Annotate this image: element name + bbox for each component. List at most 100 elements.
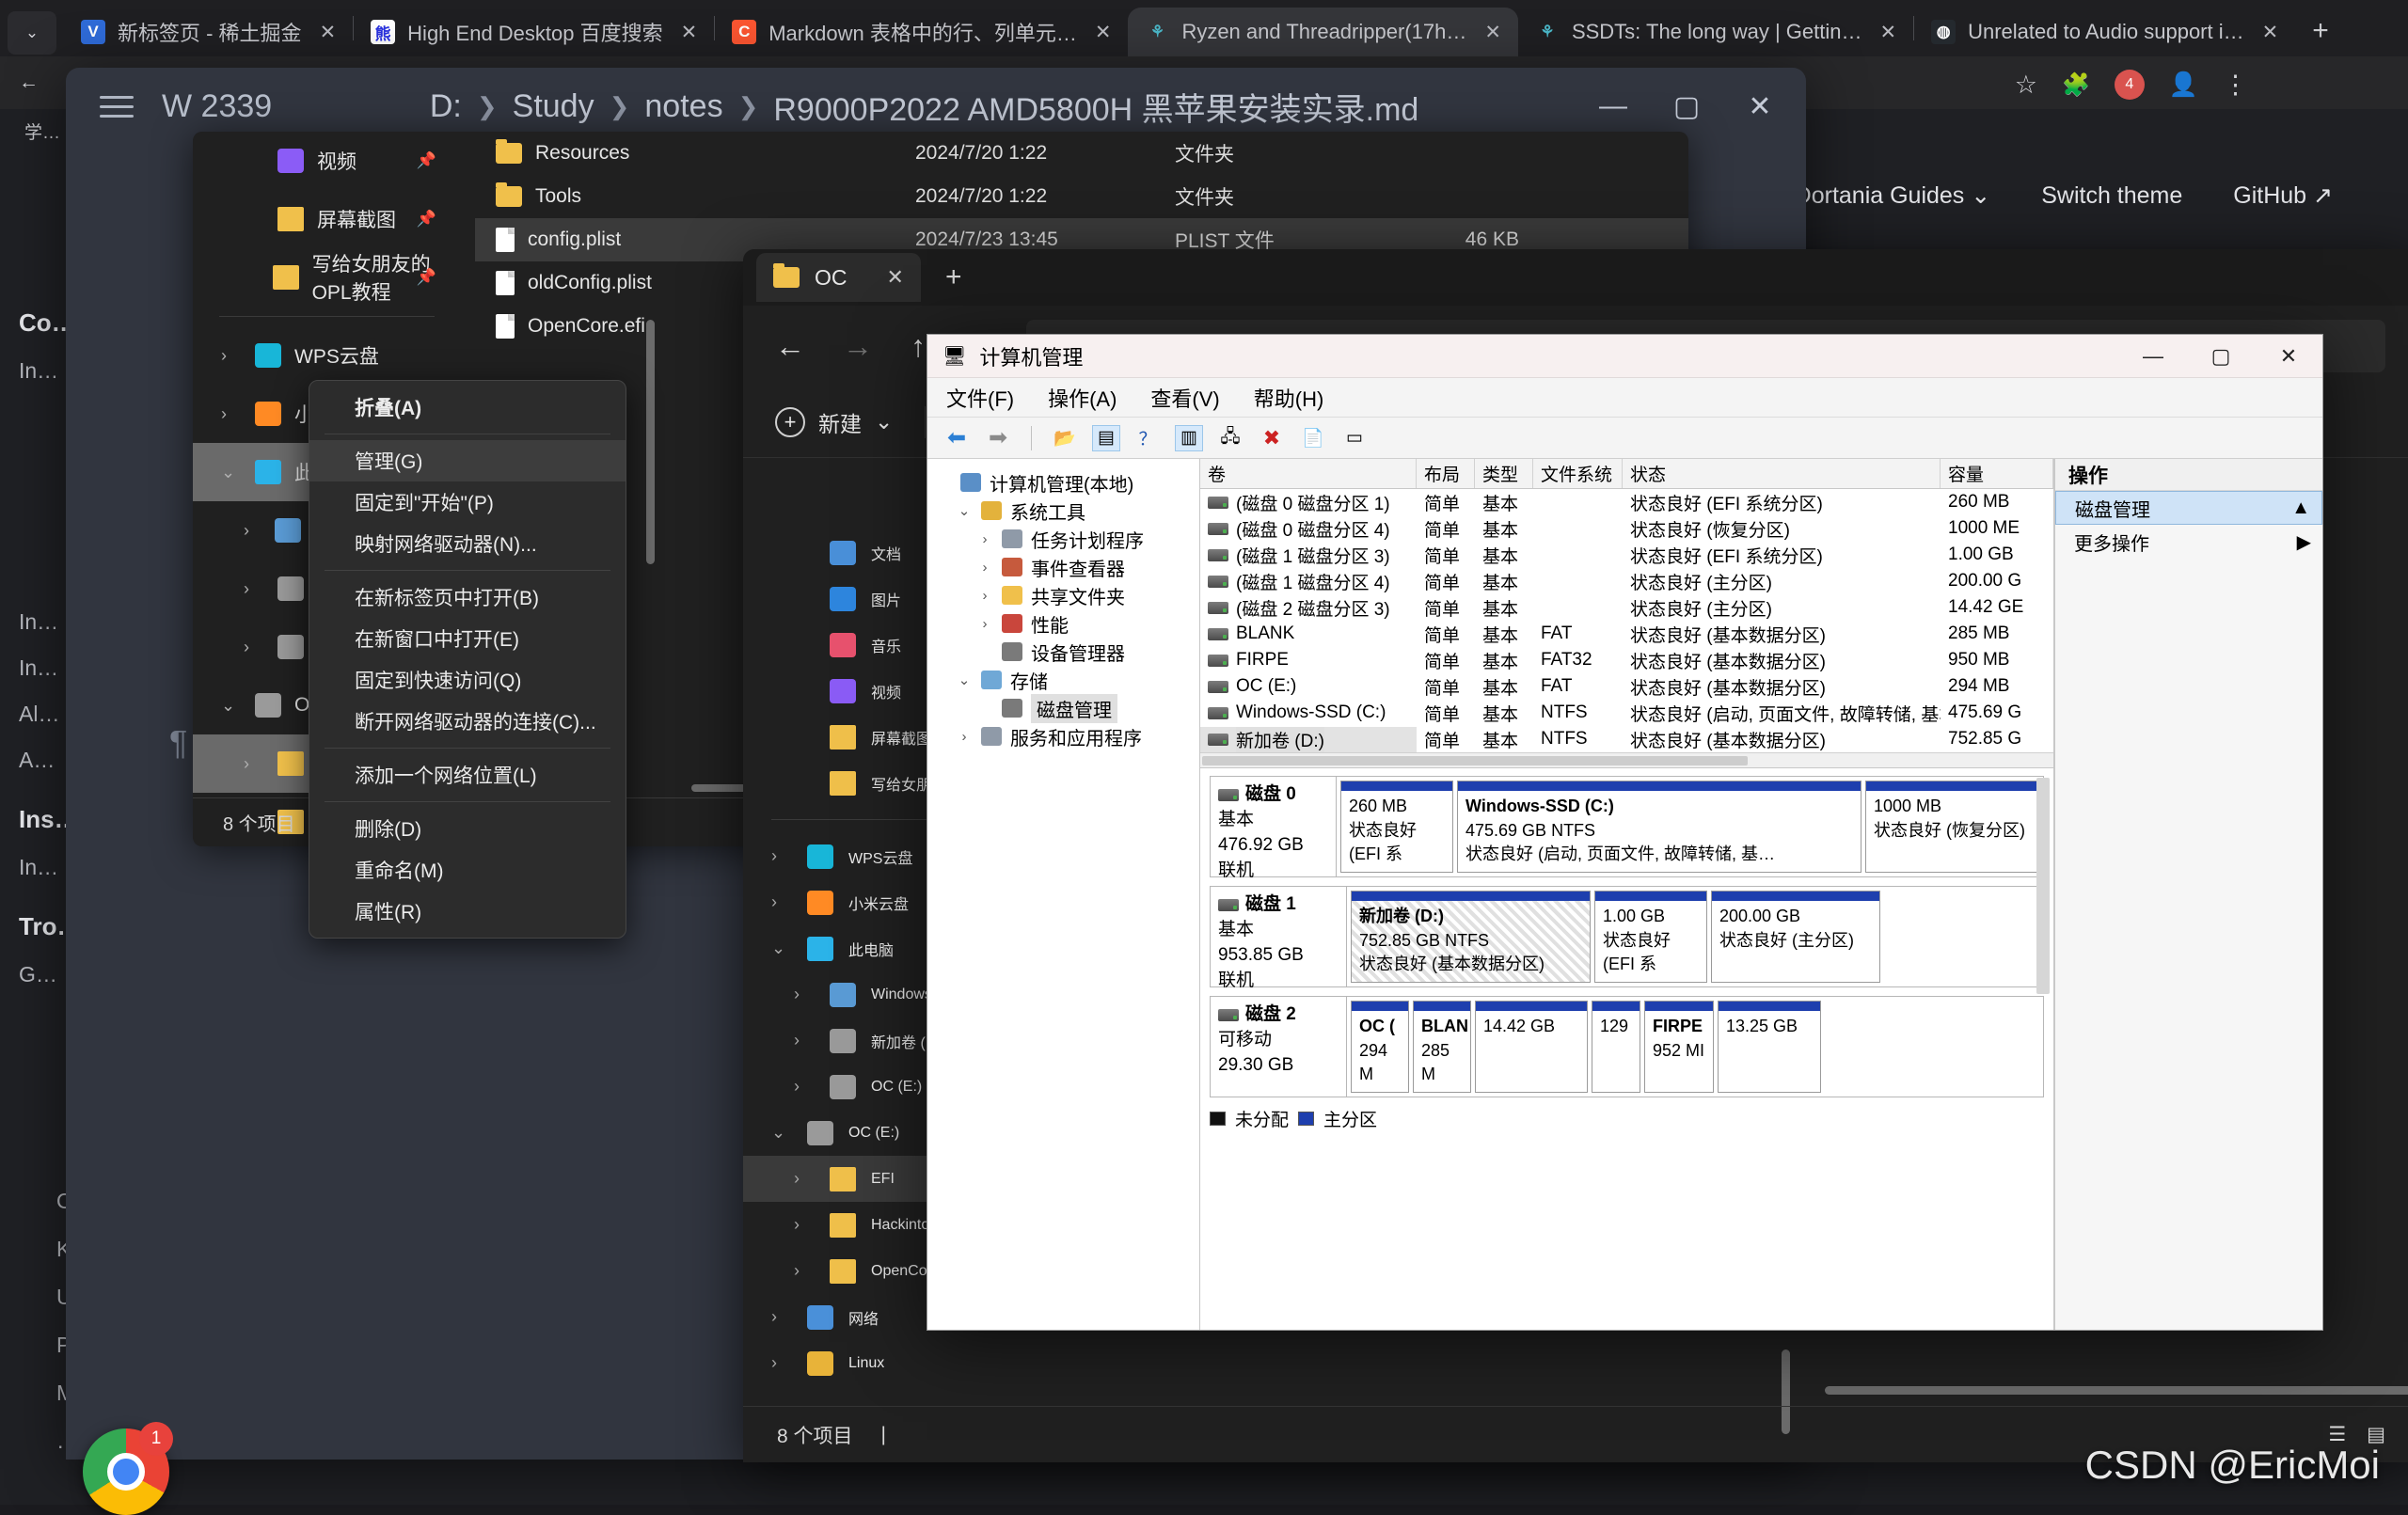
context-menu-item-1[interactable]: 管理(G) (309, 440, 626, 481)
menu-help[interactable]: 帮助(H) (1254, 383, 1324, 413)
context-menu-item-7[interactable]: 断开网络驱动器的连接(C)... (309, 701, 626, 742)
crumb-notes[interactable]: notes (644, 88, 722, 125)
back-icon[interactable]: ← (19, 71, 39, 94)
browser-menu-icon[interactable]: ⋮ (2223, 71, 2248, 100)
tab-close-icon[interactable]: ✕ (675, 21, 704, 44)
explorer-new-tab-button[interactable]: + (927, 261, 981, 293)
show-pane-icon[interactable]: ▤ (1092, 425, 1120, 451)
volume-col-header[interactable]: 卷 (1200, 459, 1417, 488)
browser-tab-0[interactable]: V 新标签页 - 稀土掘金 ✕ (64, 8, 353, 56)
file-row[interactable]: Tools2024/7/20 1:22文件夹 (475, 175, 1688, 218)
explorer-front-hscrollbar[interactable] (1825, 1386, 2408, 1395)
context-menu-item-11[interactable]: 属性(R) (309, 891, 626, 932)
volume-row[interactable]: FIRPE简单基本FAT32状态良好 (基本数据分区)950 MB (1200, 647, 2053, 673)
extensions-icon[interactable]: 🧩 (2062, 71, 2090, 99)
browser-tab-3-active[interactable]: ⚘ Ryzen and Threadripper(17h… ✕ (1128, 8, 1518, 56)
volume-row[interactable]: (磁盘 1 磁盘分区 3)简单基本状态良好 (EFI 系统分区)1.00 GB (1200, 542, 2053, 568)
back-icon[interactable]: ← (775, 329, 805, 364)
browser-tab-1[interactable]: 熊 High End Desktop 百度搜索 ✕ (354, 8, 714, 56)
volume-col-header[interactable]: 状态 (1623, 459, 1941, 488)
file-row[interactable]: Resources2024/7/20 1:22文件夹 (475, 132, 1688, 175)
action-disk-management[interactable]: 磁盘管理 ▲ (2055, 491, 2322, 525)
context-menu-item-5[interactable]: 在新窗口中打开(E) (309, 618, 626, 659)
refresh-icon[interactable]: ▭ (1340, 425, 1369, 451)
close-button[interactable]: ✕ (2255, 335, 2322, 378)
context-menu-item-2[interactable]: 固定到"开始"(P) (309, 481, 626, 523)
volume-row[interactable]: (磁盘 2 磁盘分区 3)简单基本状态良好 (主分区)14.42 GE (1200, 594, 2053, 621)
disk-partition[interactable]: 1.00 GB状态良好 (EFI 系 (1594, 891, 1707, 983)
cm-tree-item-磁盘管理[interactable]: 磁盘管理 (927, 694, 1199, 722)
nav-item-wps云盘[interactable]: ›WPS云盘 (193, 326, 461, 385)
tab-close-icon[interactable]: ✕ (887, 265, 904, 290)
back-arrow-icon[interactable]: ⬅ (943, 425, 971, 451)
cm-tree-item-性能[interactable]: ›性能 (927, 609, 1199, 638)
properties-icon[interactable]: 📄 (1299, 425, 1327, 451)
disk-partition[interactable]: 129 (1592, 1001, 1640, 1093)
cm-tree-item-服务和应用程序[interactable]: ›服务和应用程序 (927, 722, 1199, 750)
volume-row[interactable]: OC (E:)简单基本FAT状态良好 (基本数据分区)294 MB (1200, 673, 2053, 700)
context-menu-item-0[interactable]: 折叠(A) (309, 387, 626, 428)
volume-col-header[interactable]: 容量 (1941, 459, 2053, 488)
disk-partition[interactable]: FIRPE952 MI (1644, 1001, 1714, 1093)
maximize-button[interactable]: ▢ (1650, 78, 1723, 134)
nav-item-视频[interactable]: 视频📌 (193, 132, 461, 190)
cm-tree-item-共享文件夹[interactable]: ›共享文件夹 (927, 581, 1199, 609)
disk-partition[interactable]: 1000 MB状态良好 (恢复分区) (1865, 781, 2039, 873)
volume-table-hscrollbar[interactable] (1200, 752, 2053, 767)
minimize-button[interactable]: — (1576, 78, 1650, 134)
menu-file[interactable]: 文件(F) (946, 383, 1014, 413)
menu-icon[interactable] (100, 96, 134, 118)
browser-tab-2[interactable]: C Markdown 表格中的行、列单元… ✕ (715, 8, 1128, 56)
nav-github[interactable]: GitHub ↗ (2233, 181, 2333, 210)
disk-info[interactable]: 磁盘 0基本476.92 GB联机 (1211, 777, 1337, 876)
up-icon[interactable]: ↑ (911, 329, 926, 364)
nav-switch-theme[interactable]: Switch theme (2041, 182, 2182, 210)
pin-icon[interactable]: 📌 (417, 210, 436, 229)
volume-row[interactable]: Windows-SSD (C:)简单基本NTFS状态良好 (启动, 页面文件, … (1200, 700, 2053, 726)
disk-partition[interactable]: 新加卷 (D:)752.85 GB NTFS状态良好 (基本数据分区) (1351, 891, 1591, 983)
volume-row[interactable]: 新加卷 (D:)简单基本NTFS状态良好 (基本数据分区)752.85 G (1200, 726, 2053, 752)
pin-icon[interactable]: 📌 (417, 268, 436, 287)
tab-close-icon[interactable]: ✕ (2257, 21, 2285, 44)
close-button[interactable]: ✕ (1723, 78, 1797, 134)
volume-row[interactable]: BLANK简单基本FAT状态良好 (基本数据分区)285 MB (1200, 621, 2053, 647)
disk-partition[interactable]: 14.42 GB (1475, 1001, 1588, 1093)
tab-close-icon[interactable]: ✕ (1089, 21, 1117, 44)
disk-partition[interactable]: 200.00 GB状态良好 (主分区) (1711, 891, 1880, 983)
volume-row[interactable]: (磁盘 0 磁盘分区 4)简单基本状态良好 (恢复分区)1000 ME (1200, 515, 2053, 542)
minimize-button[interactable]: — (2119, 335, 2187, 378)
disk-partition[interactable]: 260 MB状态良好 (EFI 系 (1340, 781, 1453, 873)
tab-close-icon[interactable]: ✕ (1479, 21, 1507, 44)
new-tab-button[interactable]: + (2295, 15, 2346, 56)
context-menu-item-10[interactable]: 重命名(M) (309, 849, 626, 891)
volume-row[interactable]: (磁盘 1 磁盘分区 4)简单基本状态良好 (主分区)200.00 G (1200, 568, 2053, 594)
tab-close-icon[interactable]: ✕ (1875, 21, 1903, 44)
volume-col-header[interactable]: 布局 (1417, 459, 1475, 488)
connect-icon[interactable]: 🖧 (1216, 425, 1244, 451)
disk-partition[interactable]: OC (294 M (1351, 1001, 1409, 1093)
cm-tree-item-计算机管理本地[interactable]: 计算机管理(本地) (927, 468, 1199, 497)
context-menu-item-4[interactable]: 在新标签页中打开(B) (309, 576, 626, 618)
explorer-tab-oc[interactable]: OC ✕ (756, 253, 921, 302)
bookmark-item-0[interactable]: 学… (24, 118, 60, 144)
action-more-actions[interactable]: 更多操作 ▶ (2055, 525, 2322, 559)
nav-item-写给女朋友的opl教程[interactable]: 写给女朋友的OPL教程📌 (193, 248, 461, 307)
help-icon[interactable]: ？ (1133, 425, 1162, 451)
context-menu-item-6[interactable]: 固定到快速访问(Q) (309, 659, 626, 701)
profile-avatar[interactable]: 👤 (2169, 71, 2198, 99)
context-menu-item-9[interactable]: 删除(D) (309, 808, 626, 849)
tab-search-dropdown[interactable]: ⌄ (8, 11, 56, 55)
menu-view[interactable]: 查看(V) (1150, 383, 1219, 413)
maximize-button[interactable]: ▢ (2187, 335, 2255, 378)
disk-partition[interactable]: Windows-SSD (C:)475.69 GB NTFS状态良好 (启动, … (1457, 781, 1861, 873)
browser-tab-5[interactable]: ◍ Unrelated to Audio support i… ✕ (1914, 8, 2295, 56)
show-list-icon[interactable]: ▥ (1175, 425, 1203, 451)
cm-tree-item-任务计划程序[interactable]: ›任务计划程序 (927, 525, 1199, 553)
graphical-view-scrollbar[interactable] (2036, 778, 2050, 994)
crumb-drive[interactable]: D: (430, 88, 462, 125)
crumb-study[interactable]: Study (513, 88, 594, 125)
delete-icon[interactable]: ✖ (1258, 425, 1286, 451)
cm-tree-item-系统工具[interactable]: ⌄系统工具 (927, 497, 1199, 525)
nav-dortania-guides[interactable]: Dortania Guides ⌄ (1795, 181, 1991, 210)
cm-tree-item-存储[interactable]: ⌄存储 (927, 666, 1199, 694)
